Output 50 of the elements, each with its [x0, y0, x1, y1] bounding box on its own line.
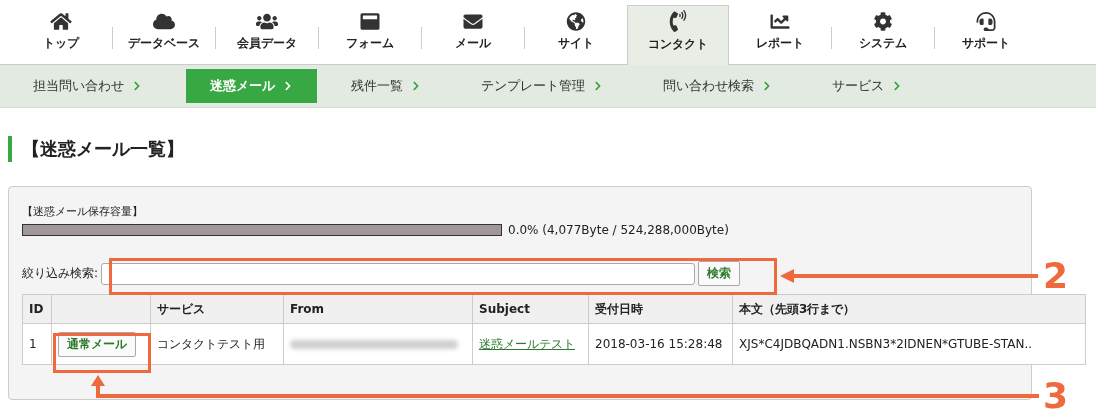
chart-icon	[769, 12, 791, 31]
storage-label: 【迷惑メール保存容量】	[22, 204, 144, 219]
subnav-tab[interactable]: 担当問い合わせ	[17, 69, 158, 103]
window-icon	[359, 12, 381, 31]
headset-icon	[975, 12, 997, 31]
nav-tab[interactable]: システム	[832, 12, 934, 64]
nav-tab[interactable]: コンタクト	[627, 5, 729, 65]
chevron-icon	[411, 81, 421, 91]
nav-tab[interactable]: サイト	[525, 12, 627, 64]
annotation-number: 2	[1043, 258, 1069, 294]
search-label: 絞り込み検索:	[22, 265, 99, 282]
people-icon	[256, 12, 278, 31]
chevron-icon	[762, 81, 772, 91]
search-field[interactable]	[101, 262, 696, 285]
table-cell: コンタクトテスト用	[150, 323, 284, 365]
subnav-tab[interactable]: 問い合わせ検索	[647, 69, 788, 103]
column-header: ID	[22, 294, 52, 324]
subnav-tab[interactable]: サービス	[816, 69, 918, 103]
table-cell: 2018-03-16 15:28:48	[588, 323, 733, 365]
home-icon	[50, 12, 72, 31]
page-title: 【迷惑メール一覧】	[8, 136, 1096, 162]
column-header: From	[283, 294, 473, 324]
gear-icon	[872, 12, 894, 31]
storage-reading: 0.0% (4,077Byte / 524,288,000Byte)	[508, 223, 729, 237]
nav-tab[interactable]: レポート	[729, 12, 831, 64]
chevron-icon	[283, 81, 293, 91]
column-header: 本文（先頭3行まで）	[732, 294, 1086, 324]
globe-icon	[565, 12, 587, 31]
table-cell: 1	[22, 323, 52, 365]
cloud-icon	[153, 12, 175, 31]
annotation-number: 3	[1043, 378, 1069, 414]
nav-tab[interactable]: 会員データ	[216, 12, 318, 64]
nav-tab[interactable]: フォーム	[319, 12, 421, 64]
table-cell: XJS*C4JDBQADN1.NSBN3*2IDNEN*GTUBE-STAN..	[732, 323, 1086, 365]
nav-tab[interactable]: トップ	[10, 12, 112, 64]
subnav-tab[interactable]: 残件一覧	[335, 69, 437, 103]
column-header: 受付日時	[588, 294, 733, 324]
chevron-icon	[892, 81, 902, 91]
chevron-icon	[593, 81, 603, 91]
nav-tab[interactable]: メール	[422, 12, 524, 64]
nav-tab[interactable]: データベース	[113, 12, 215, 64]
subject-link[interactable]: 迷惑メールテスト	[479, 336, 575, 351]
subnav-tab[interactable]: テンプレート管理	[465, 69, 619, 103]
column-header: Subject	[472, 294, 589, 324]
search-button[interactable]: 検索	[698, 261, 741, 286]
column-header: サービス	[150, 294, 284, 324]
phone-icon	[667, 10, 689, 32]
nav-tab[interactable]: サポート	[935, 12, 1037, 64]
chevron-icon	[132, 81, 142, 91]
envelope-icon	[462, 12, 484, 31]
